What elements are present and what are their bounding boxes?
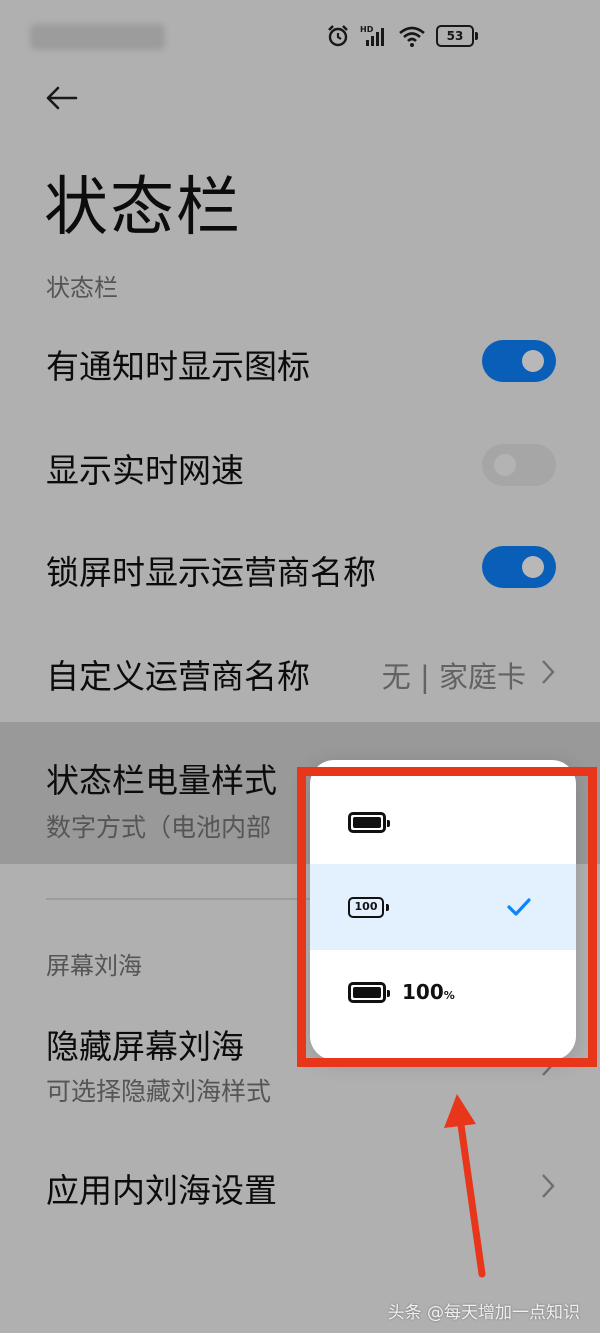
annotation-highlight-box <box>297 767 597 1067</box>
watermark: 头条 @每天增加一点知识 <box>387 1303 580 1323</box>
dim-overlay[interactable] <box>0 0 600 1333</box>
annotation-arrow-icon <box>444 1094 486 1278</box>
